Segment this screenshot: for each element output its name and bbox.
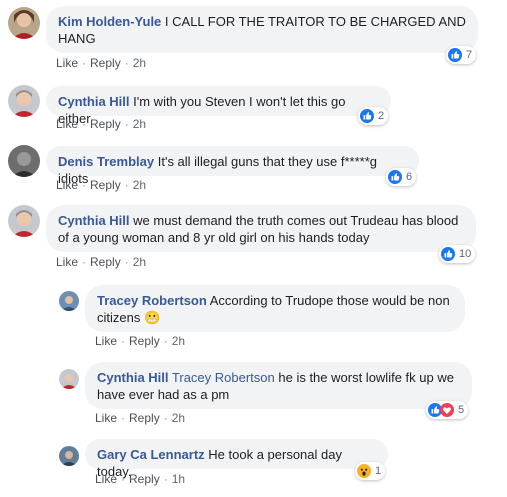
like-icon <box>448 48 462 62</box>
separator: · <box>82 178 87 192</box>
like-icon <box>441 247 455 261</box>
reply-bubble: Cynthia Hill Tracey Robertson he is the … <box>85 362 472 409</box>
timestamp[interactable]: 2h <box>133 178 146 192</box>
like-icon <box>388 170 402 184</box>
separator: · <box>121 411 126 425</box>
separator: · <box>82 56 87 70</box>
reaction-summary[interactable]: 7 <box>446 46 477 64</box>
reaction-count: 6 <box>406 171 413 183</box>
reply-link[interactable]: Reply <box>90 178 121 192</box>
avatar[interactable] <box>59 446 79 466</box>
reply-link[interactable]: Reply <box>129 411 160 425</box>
like-link[interactable]: Like <box>56 255 78 269</box>
reaction-count: 10 <box>459 248 472 260</box>
timestamp[interactable]: 2h <box>133 117 146 131</box>
reaction-summary[interactable]: 10 <box>439 245 476 263</box>
like-link[interactable]: Like <box>56 56 78 70</box>
reply-link[interactable]: Reply <box>90 117 121 131</box>
reaction-count: 7 <box>466 49 473 61</box>
reply-actions: Like · Reply · 2h <box>95 334 185 348</box>
timestamp[interactable]: 2h <box>172 334 185 348</box>
timestamp[interactable]: 2h <box>133 255 146 269</box>
separator: · <box>124 255 129 269</box>
reply-bubble: Gary Ca Lennartz He took a personal day … <box>85 439 388 479</box>
avatar[interactable] <box>8 205 40 237</box>
like-link[interactable]: Like <box>56 178 78 192</box>
separator: · <box>82 117 87 131</box>
avatar[interactable] <box>8 85 40 117</box>
reply-link[interactable]: Reply <box>129 472 160 486</box>
reply-link[interactable]: Reply <box>90 56 121 70</box>
reaction-count: 2 <box>378 110 385 122</box>
like-link[interactable]: Like <box>56 117 78 131</box>
reply-author[interactable]: Tracey Robertson <box>97 293 207 308</box>
reaction-summary[interactable]: 1 <box>355 462 386 480</box>
reaction-summary[interactable]: 5 <box>426 401 469 419</box>
reaction-count: 5 <box>458 404 465 416</box>
timestamp[interactable]: 1h <box>172 472 185 486</box>
reaction-count: 1 <box>375 465 382 477</box>
avatar[interactable] <box>8 145 40 177</box>
like-link[interactable]: Like <box>95 334 117 348</box>
comment-actions: Like · Reply · 2h <box>56 255 146 269</box>
separator: · <box>163 472 168 486</box>
separator: · <box>121 472 126 486</box>
timestamp[interactable]: 2h <box>133 56 146 70</box>
avatar[interactable] <box>59 369 79 389</box>
comment-actions: Like · Reply · 2h <box>56 56 146 70</box>
comment-author[interactable]: Denis Tremblay <box>58 154 154 169</box>
mention-link[interactable]: Tracey Robertson <box>172 370 275 385</box>
avatar[interactable] <box>8 7 40 39</box>
like-icon <box>360 109 374 123</box>
separator: · <box>124 56 129 70</box>
timestamp[interactable]: 2h <box>172 411 185 425</box>
separator: · <box>82 255 87 269</box>
reply-link[interactable]: Reply <box>90 255 121 269</box>
comment-bubble: Cynthia Hill I'm with you Steven I won't… <box>46 86 391 126</box>
reaction-summary[interactable]: 2 <box>358 107 389 125</box>
reply-bubble: Tracey Robertson According to Trudope th… <box>85 285 465 332</box>
reaction-summary[interactable]: 6 <box>386 168 417 186</box>
comment-author[interactable]: Cynthia Hill <box>58 94 130 109</box>
comment-author[interactable]: Kim Holden-Yule <box>58 14 161 29</box>
comment-bubble: Cynthia Hill we must demand the truth co… <box>46 205 476 252</box>
comment-bubble: Denis Tremblay It's all illegal guns tha… <box>46 146 419 186</box>
separator: · <box>121 334 126 348</box>
separator: · <box>163 411 168 425</box>
reply-actions: Like · Reply · 1h <box>95 472 185 486</box>
love-icon <box>440 403 454 417</box>
separator: · <box>163 334 168 348</box>
separator: · <box>124 178 129 192</box>
reply-actions: Like · Reply · 2h <box>95 411 185 425</box>
comment-actions: Like · Reply · 2h <box>56 117 146 131</box>
grimace-emoji-icon: 😬 <box>143 310 161 325</box>
comment-actions: Like · Reply · 2h <box>56 178 146 192</box>
comment-bubble: Kim Holden-Yule I CALL FOR THE TRAITOR T… <box>46 6 478 53</box>
like-link[interactable]: Like <box>95 472 117 486</box>
comment-author[interactable]: Cynthia Hill <box>58 213 130 228</box>
separator: · <box>124 117 129 131</box>
like-link[interactable]: Like <box>95 411 117 425</box>
reply-author[interactable]: Gary Ca Lennartz <box>97 447 205 462</box>
reply-author[interactable]: Cynthia Hill <box>97 370 169 385</box>
reply-link[interactable]: Reply <box>129 334 160 348</box>
avatar[interactable] <box>59 291 79 311</box>
wow-icon <box>357 464 371 478</box>
